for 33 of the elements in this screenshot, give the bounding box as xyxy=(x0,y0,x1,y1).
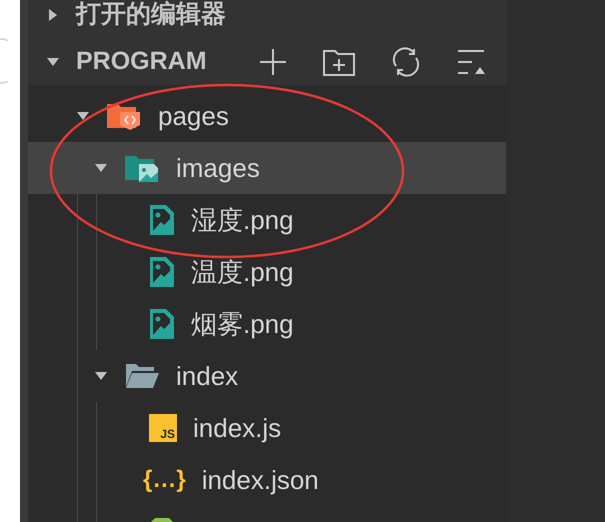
folder-image-icon xyxy=(124,153,160,183)
tree-item[interactable]: JS index.js xyxy=(28,402,506,454)
add-file-icon[interactable] xyxy=(258,47,288,77)
file-name: 湿度.png xyxy=(191,204,294,236)
new-folder-icon[interactable] xyxy=(322,47,356,77)
file-name: index.json xyxy=(202,464,319,496)
file-name: index xyxy=(176,360,238,392)
file-name: pages xyxy=(158,100,229,132)
section-title: PROGRAM xyxy=(76,46,207,78)
image-file-icon xyxy=(149,256,175,288)
file-name: images xyxy=(176,152,260,184)
section-header[interactable]: PROGRAM xyxy=(28,35,506,85)
file-name: index.js xyxy=(193,412,282,444)
image-file-icon xyxy=(149,204,175,236)
file-name: 烟雾.png xyxy=(191,308,294,340)
tree-item[interactable]: 烟雾.png xyxy=(28,298,506,350)
image-file-icon xyxy=(149,308,175,340)
tree-item[interactable]: 湿度.png xyxy=(28,194,506,246)
section-title: 打开的编辑器 xyxy=(76,0,226,30)
tree-item[interactable]: {…} index.json xyxy=(28,454,506,506)
tree-item[interactable]: 温度.png xyxy=(28,246,506,298)
open-folder-icon xyxy=(124,361,160,391)
tree-item[interactable]: images xyxy=(28,142,506,194)
file-name: 温度.png xyxy=(191,256,294,288)
collapse-icon[interactable] xyxy=(456,47,486,77)
tree-item[interactable]: index xyxy=(28,350,506,402)
refresh-icon[interactable] xyxy=(390,46,422,78)
json-file-icon: {…} xyxy=(143,468,186,492)
folder-code-icon xyxy=(106,101,142,131)
tree-item[interactable]: pages xyxy=(28,90,506,142)
circle-edge-drawing xyxy=(0,38,8,84)
javascript-file-icon: JS xyxy=(149,414,177,442)
section-header[interactable]: 打开的编辑器 xyxy=(28,0,506,35)
